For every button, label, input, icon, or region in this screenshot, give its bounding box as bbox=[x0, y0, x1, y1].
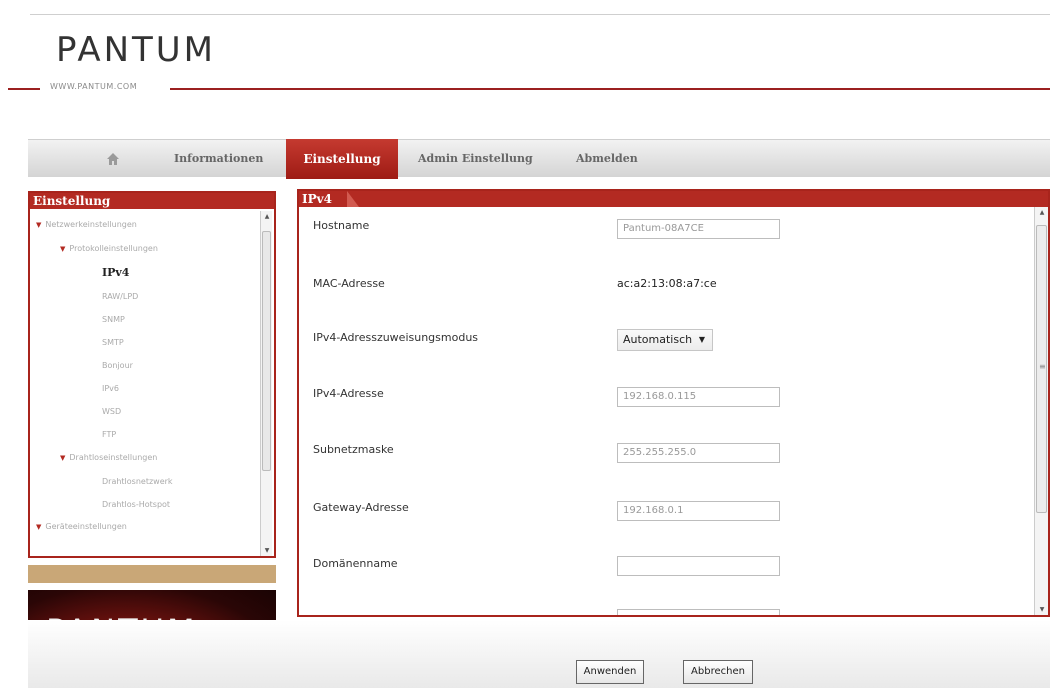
domain-name-label: Domänenname bbox=[313, 557, 398, 570]
scroll-up-icon[interactable]: ▲ bbox=[261, 213, 273, 220]
sidebar-title: Einstellung bbox=[30, 193, 274, 209]
tree-item-raw-lpd[interactable]: RAW/LPD bbox=[102, 289, 138, 305]
subnet-mask-label: Subnetzmaske bbox=[313, 443, 394, 456]
tree-item-snmp[interactable]: SNMP bbox=[102, 312, 125, 328]
dropdown-caret-icon: ▼ bbox=[698, 335, 705, 344]
panel-title: IPv4 bbox=[302, 192, 332, 206]
main-navigation: Informationen Einstellung Admin Einstell… bbox=[28, 139, 1050, 179]
expand-triangle-icon: ▼ bbox=[36, 221, 42, 229]
domain-name-field[interactable] bbox=[617, 556, 780, 576]
tree-item-ipv6[interactable]: IPv6 bbox=[102, 381, 119, 397]
mac-address-value: ac:a2:13:08:a7:ce bbox=[617, 277, 717, 290]
scroll-grip-icon: ≡ bbox=[1039, 362, 1046, 371]
ipv4-mode-value: Automatisch bbox=[623, 333, 693, 346]
panel-scroll-thumb[interactable]: ≡ bbox=[1036, 225, 1047, 513]
expand-triangle-icon: ▼ bbox=[36, 523, 42, 531]
title-notch bbox=[347, 191, 359, 207]
apply-button[interactable]: Anwenden bbox=[576, 660, 644, 684]
top-divider bbox=[30, 14, 1050, 15]
sidebar-scrollbar[interactable]: ▲ ▼ bbox=[260, 211, 272, 556]
tree-item-drahtlosnetzwerk[interactable]: Drahtlosnetzwerk bbox=[102, 474, 173, 490]
logo-divider-right bbox=[170, 88, 1050, 90]
settings-sidebar: Einstellung ▼ Netzwerkeinstellungen ▼ Prot… bbox=[28, 191, 276, 558]
home-icon[interactable] bbox=[98, 140, 128, 178]
expand-triangle-icon: ▼ bbox=[60, 245, 66, 253]
panel-scrollbar[interactable]: ▲ ≡ ▼ bbox=[1034, 207, 1048, 615]
tree-item-drahtlos-hotspot[interactable]: Drahtlos-Hotspot bbox=[102, 497, 170, 513]
hostname-label: Hostname bbox=[313, 219, 370, 232]
tree-item-wsd[interactable]: WSD bbox=[102, 404, 121, 420]
tab-informationen[interactable]: Informationen bbox=[174, 140, 263, 178]
subnet-mask-field[interactable]: 255.255.255.0 bbox=[617, 443, 780, 463]
sidebar-scroll-thumb[interactable] bbox=[262, 231, 271, 471]
tree-item-netzwerkeinstellungen[interactable]: ▼ Netzwerkeinstellungen bbox=[36, 217, 137, 233]
tree-item-protokolleinstellungen[interactable]: ▼ Protokolleinstellungen bbox=[60, 241, 158, 257]
tree-item-bonjour[interactable]: Bonjour bbox=[102, 358, 133, 374]
tab-einstellung[interactable]: Einstellung bbox=[286, 139, 398, 179]
expand-triangle-icon: ▼ bbox=[60, 454, 66, 462]
brand-logo: PANTUM bbox=[56, 30, 217, 70]
scroll-down-icon[interactable]: ▼ bbox=[1035, 606, 1049, 613]
tree-item-ftp[interactable]: FTP bbox=[102, 427, 116, 443]
sidebar-gold-bar bbox=[28, 565, 276, 583]
ipv4-mode-select[interactable]: Automatisch ▼ bbox=[617, 329, 713, 351]
panel-title-bar: IPv4 bbox=[299, 191, 1048, 207]
cancel-button[interactable]: Abbrechen bbox=[683, 660, 753, 684]
tree-item-drahtloseinstellungen[interactable]: ▼ Drahtloseinstellungen bbox=[60, 450, 157, 466]
mac-address-label: MAC-Adresse bbox=[313, 277, 385, 290]
tab-abmelden[interactable]: Abmelden bbox=[576, 140, 638, 178]
logo-divider-left bbox=[8, 88, 40, 90]
ipv4-settings-panel: IPv4 Hostname Pantum-08A7CE MAC-Adresse … bbox=[297, 189, 1050, 617]
gateway-address-label: Gateway-Adresse bbox=[313, 501, 409, 514]
hostname-field[interactable]: Pantum-08A7CE bbox=[617, 219, 780, 239]
scroll-up-icon[interactable]: ▲ bbox=[1035, 209, 1049, 216]
tree-item-smtp[interactable]: SMTP bbox=[102, 335, 124, 351]
ipv4-address-field[interactable]: 192.168.0.115 bbox=[617, 387, 780, 407]
scroll-down-icon[interactable]: ▼ bbox=[261, 547, 273, 554]
brand-url: WWW.PANTUM.COM bbox=[50, 82, 138, 91]
next-field-partial[interactable] bbox=[617, 609, 780, 615]
tab-admin-einstellung[interactable]: Admin Einstellung bbox=[418, 140, 533, 178]
tree-item-geraeteeinstellungen[interactable]: ▼ Geräteeinstellungen bbox=[36, 519, 127, 535]
footer-bar bbox=[28, 620, 1050, 688]
ipv4-address-label: IPv4-Adresse bbox=[313, 387, 384, 400]
ipv4-mode-label: IPv4-Adresszuweisungsmodus bbox=[313, 331, 479, 344]
tree-item-ipv4[interactable]: IPv4 bbox=[102, 265, 129, 281]
gateway-address-field[interactable]: 192.168.0.1 bbox=[617, 501, 780, 521]
